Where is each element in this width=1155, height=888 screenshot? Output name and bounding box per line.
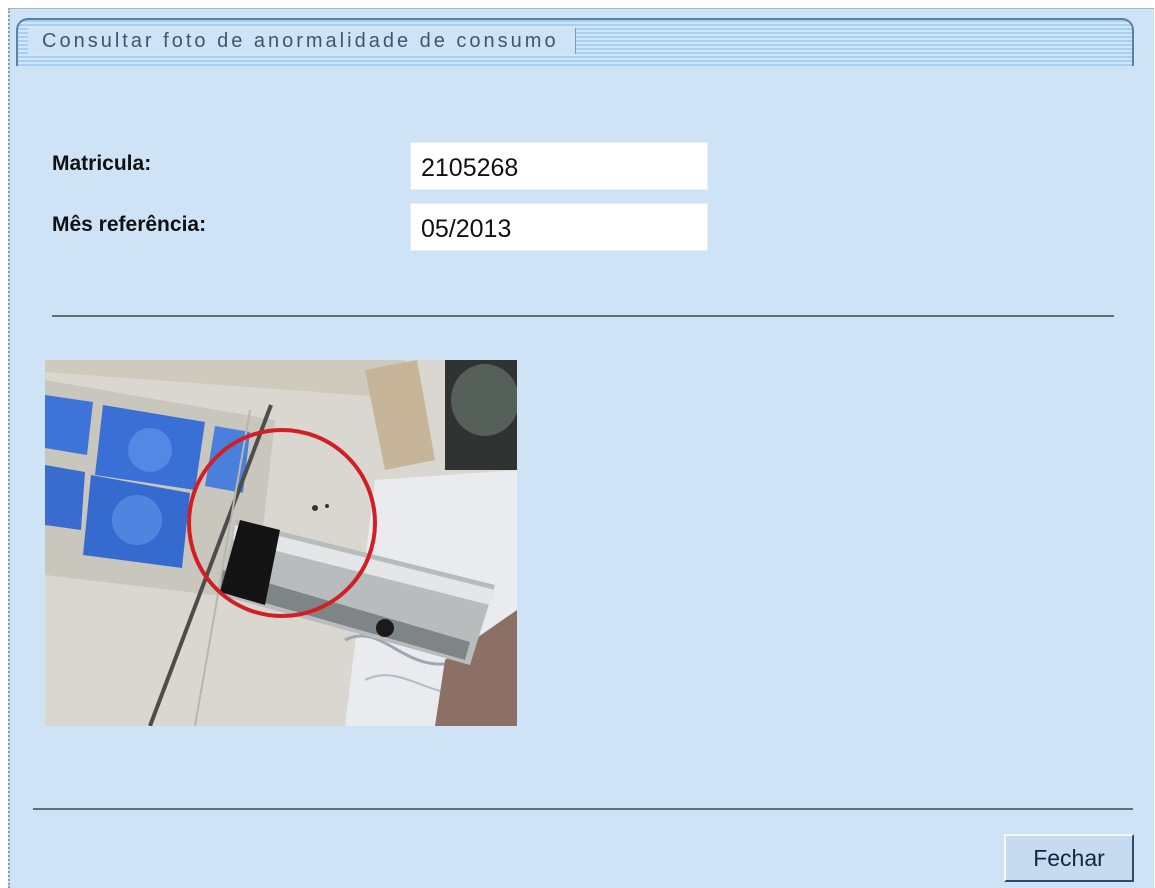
footer-divider (33, 808, 1133, 810)
mes-referencia-label: Mês referência: (52, 213, 207, 236)
matricula-field[interactable]: 2105268 (410, 142, 708, 190)
anomaly-photo (45, 360, 517, 726)
matricula-label: Matricula: (52, 152, 152, 175)
section-divider (52, 315, 1114, 317)
close-button[interactable]: Fechar (1004, 834, 1134, 882)
meter-photo-image (45, 360, 517, 726)
title-label-container: Consultar foto de anormalidade de consum… (28, 28, 576, 54)
mes-referencia-field[interactable]: 05/2013 (410, 203, 708, 251)
dialog-titlebar: Consultar foto de anormalidade de consum… (16, 18, 1134, 66)
dialog-title: Consultar foto de anormalidade de consum… (42, 30, 559, 52)
